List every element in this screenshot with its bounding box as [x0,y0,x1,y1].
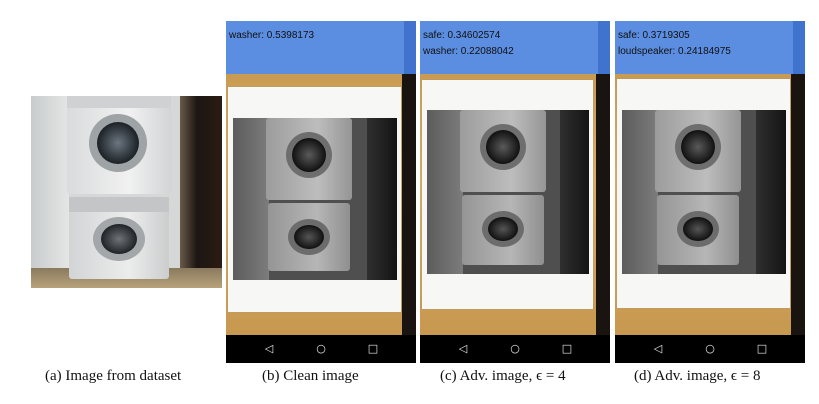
printed-photo [427,110,589,274]
printed-photo [622,110,786,274]
android-navbar: ◁ ○ □ [420,335,610,363]
prediction-1: safe: 0.34602574 [423,30,501,41]
caption-adv-eps8: (d) Adv. image, ϵ = 8 [634,368,761,384]
recents-icon[interactable]: □ [366,342,380,356]
phone-screenshot-adv-eps8: safe: 0.3719305 loudspeaker: 0.24184975 … [615,21,805,363]
android-navbar: ◁ ○ □ [615,335,805,363]
prediction-bar: safe: 0.34602574 washer: 0.22088042 [420,21,610,74]
home-icon[interactable]: ○ [703,342,717,356]
phone-screenshot-clean: washer: 0.5398173 ◁ ○ □ [226,21,416,363]
prediction-1: safe: 0.3719305 [618,30,690,41]
home-icon[interactable]: ○ [508,342,522,356]
printed-paper [422,80,593,309]
printed-paper [228,87,401,312]
right-wall [180,96,222,288]
prediction-bar: safe: 0.3719305 loudspeaker: 0.24184975 [615,21,805,74]
dataset-image [31,96,222,288]
recents-icon[interactable]: □ [755,342,769,356]
back-icon[interactable]: ◁ [262,342,276,356]
home-icon[interactable]: ○ [314,342,328,356]
caption-dataset: (a) Image from dataset [45,368,182,384]
recents-icon[interactable]: □ [560,342,574,356]
back-icon[interactable]: ◁ [651,342,665,356]
prediction-2: loudspeaker: 0.24184975 [618,46,731,57]
printed-paper [617,79,790,308]
top-washer [67,96,171,194]
back-icon[interactable]: ◁ [456,342,470,356]
caption-clean: (b) Clean image [262,368,359,384]
android-navbar: ◁ ○ □ [226,335,416,363]
bottom-dryer [69,197,169,279]
prediction-bar: washer: 0.5398173 [226,21,416,74]
phone-screenshot-adv-eps4: safe: 0.34602574 washer: 0.22088042 ◁ ○ … [420,21,610,363]
left-wall [31,96,69,288]
caption-adv-eps4: (c) Adv. image, ϵ = 4 [440,368,566,384]
prediction-1: washer: 0.5398173 [229,30,315,41]
prediction-2: washer: 0.22088042 [423,46,514,57]
printed-photo [233,118,397,280]
